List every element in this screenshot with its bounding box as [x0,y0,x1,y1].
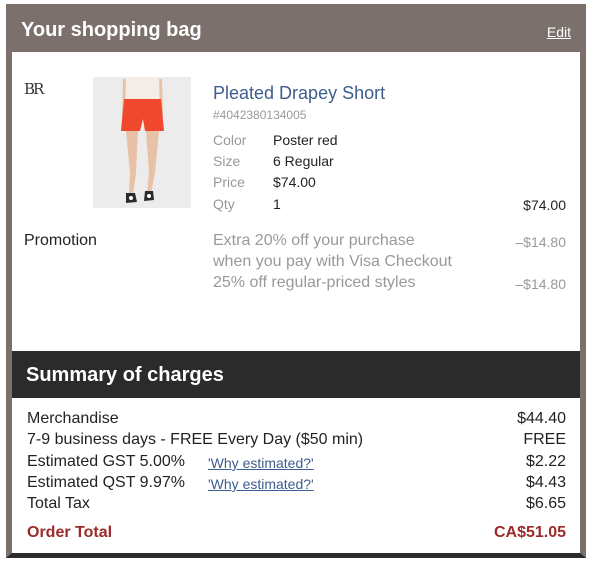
promotion-amount: –$14.80 [515,276,566,292]
merchandise-label: Merchandise [27,410,119,427]
gst-label: Estimated GST 5.00% [27,453,185,470]
qty-label: Qty [213,196,235,212]
bag-title: Your shopping bag [21,19,202,41]
product-sku: #4042380134005 [213,108,307,122]
price-value: $74.00 [273,174,316,190]
qst-label: Estimated QST 9.97% [27,474,185,491]
promotion-label: Promotion [24,232,97,249]
price-label: Price [213,174,245,190]
product-photo-illustration [93,77,191,208]
order-total-value: CA$51.05 [493,524,566,541]
gst-value: $2.22 [525,453,566,470]
brand-logo: BR [24,80,44,98]
edit-link[interactable]: Edit [547,24,571,40]
promotion-line: Extra 20% off your purchase [213,232,415,249]
promotion-line: when you pay with Visa Checkout [213,253,452,270]
why-estimated-qst-link[interactable]: 'Why estimated?' [208,476,314,492]
size-value: 6 Regular [273,153,334,169]
total-tax-label: Total Tax [27,495,90,512]
product-image[interactable] [93,77,191,208]
shipping-label: 7-9 business days - FREE Every Day ($50 … [27,431,364,448]
qst-value: $4.43 [525,474,566,491]
product-name-link[interactable]: Pleated Drapey Short [213,83,385,104]
total-tax-value: $6.65 [525,495,566,512]
color-value: Poster red [273,132,338,148]
promotion-line: 25% off regular-priced styles [213,274,416,291]
bag-header: Your shopping bag Edit [12,10,580,52]
shopping-bag-panel: Your shopping bag Edit BR Pleated Drapey… [6,4,586,558]
shipping-value: FREE [523,431,566,448]
size-label: Size [213,153,241,169]
summary-header: Summary of charges [12,351,580,398]
why-estimated-gst-link[interactable]: 'Why estimated?' [208,455,314,471]
promotion-amount: –$14.80 [515,234,566,250]
merchandise-value: $44.40 [517,410,566,427]
order-total-label: Order Total [27,524,113,541]
qty-value: 1 [273,196,281,212]
line-item-total: $74.00 [523,197,566,213]
color-label: Color [213,132,247,148]
summary-title: Summary of charges [26,364,224,386]
